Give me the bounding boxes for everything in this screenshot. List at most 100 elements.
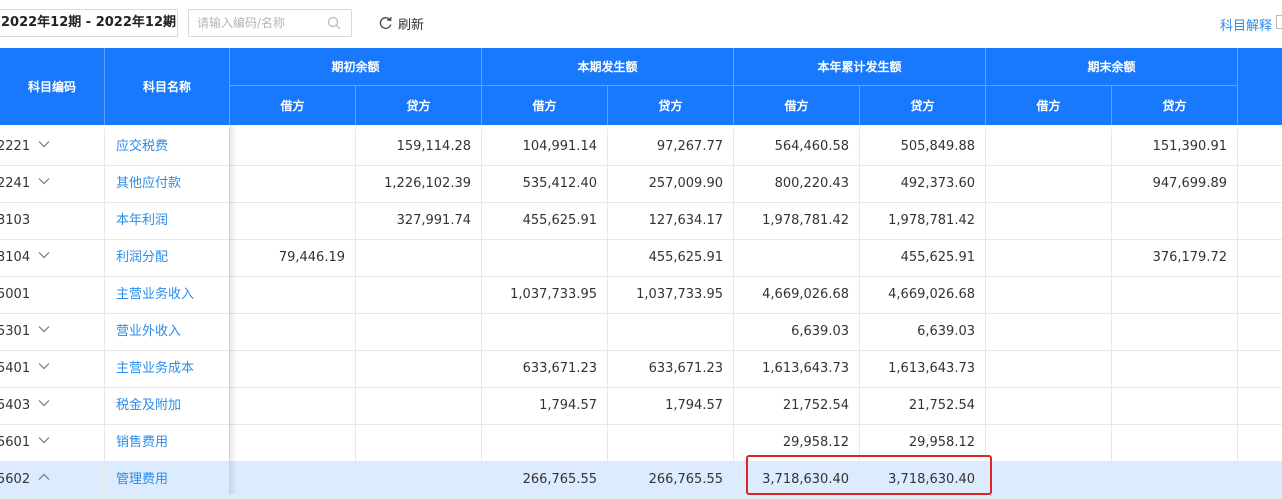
header-debit: 借方 bbox=[734, 86, 860, 125]
table-row[interactable]: 5401 主营业务成本 633,671.23 633,671.23 1,613,643.… bbox=[0, 351, 1282, 388]
chevron-down-icon[interactable] bbox=[38, 423, 50, 459]
amount-cell: 376,179.72 bbox=[1112, 240, 1238, 276]
explain-link[interactable]: 科目解释 bbox=[1220, 15, 1272, 34]
amount-cell: 266,765.55 bbox=[608, 462, 734, 498]
amount-cell bbox=[356, 425, 482, 461]
header-group-ytd: 本年累计发生额 bbox=[734, 48, 986, 86]
amount-cell: 800,220.43 bbox=[734, 166, 860, 202]
table-row[interactable]: 3104 利润分配 79,446.19 455,625.91 455,625.91 376… bbox=[0, 240, 1282, 277]
amount-cell bbox=[356, 462, 482, 498]
chevron-down-icon[interactable] bbox=[38, 349, 50, 385]
account-name-link[interactable]: 本年利润 bbox=[105, 203, 230, 239]
amount-cell: 633,671.23 bbox=[608, 351, 734, 387]
extra-cell bbox=[1238, 425, 1282, 461]
chevron-down-icon[interactable] bbox=[38, 164, 50, 200]
account-name-link[interactable]: 管理费用 bbox=[105, 462, 230, 498]
amount-cell: 1,794.57 bbox=[482, 388, 608, 424]
amount-cell: 455,625.91 bbox=[608, 240, 734, 276]
account-name-link[interactable]: 其他应付款 bbox=[105, 166, 230, 202]
extra-cell bbox=[1238, 129, 1282, 165]
amount-cell: 633,671.23 bbox=[482, 351, 608, 387]
account-code: 5301 bbox=[0, 324, 31, 339]
extra-cell bbox=[1238, 203, 1282, 239]
amount-cell: 455,625.91 bbox=[860, 240, 986, 276]
amount-cell: 104,991.14 bbox=[482, 129, 608, 165]
account-code-cell: 2241 bbox=[0, 166, 105, 202]
search-input[interactable] bbox=[189, 10, 322, 36]
account-code-cell: 5601 bbox=[0, 425, 105, 461]
amount-cell bbox=[230, 388, 356, 424]
account-name-link[interactable]: 利润分配 bbox=[105, 240, 230, 276]
amount-cell bbox=[986, 388, 1112, 424]
extra-cell bbox=[1238, 351, 1282, 387]
account-code: 2241 bbox=[0, 176, 31, 191]
amount-cell bbox=[230, 277, 356, 313]
amount-cell bbox=[1112, 388, 1238, 424]
amount-cell: 455,625.91 bbox=[482, 203, 608, 239]
account-code: 5602 bbox=[0, 472, 31, 487]
account-code: 5601 bbox=[0, 435, 31, 450]
amount-cell: 564,460.58 bbox=[734, 129, 860, 165]
amount-cell bbox=[1112, 351, 1238, 387]
amount-cell bbox=[608, 425, 734, 461]
amount-cell: 1,613,643.73 bbox=[860, 351, 986, 387]
header-code: 科目编码 bbox=[0, 48, 105, 125]
amount-cell bbox=[986, 203, 1112, 239]
amount-cell bbox=[1112, 277, 1238, 313]
amount-cell: 257,009.90 bbox=[608, 166, 734, 202]
amount-cell bbox=[230, 425, 356, 461]
account-name-link[interactable]: 主营业务收入 bbox=[105, 277, 230, 313]
header-group-opening: 期初余额 bbox=[230, 48, 482, 86]
account-name-link[interactable]: 销售费用 bbox=[105, 425, 230, 461]
amount-cell bbox=[482, 425, 608, 461]
extra-cell bbox=[1238, 240, 1282, 276]
table-row[interactable]: 5301 营业外收入 6,639.03 6,639.03 bbox=[0, 314, 1282, 351]
table-row[interactable]: 5601 销售费用 29,958.12 29,958.12 bbox=[0, 425, 1282, 462]
amount-cell bbox=[608, 314, 734, 350]
amount-cell: 1,613,643.73 bbox=[734, 351, 860, 387]
amount-cell bbox=[356, 314, 482, 350]
search-icon[interactable] bbox=[327, 16, 341, 30]
header-group-closing: 期末余额 bbox=[986, 48, 1238, 86]
chevron-down-icon[interactable] bbox=[38, 238, 50, 274]
refresh-button[interactable]: 刷新 bbox=[378, 13, 424, 33]
highlight-box bbox=[746, 455, 992, 495]
amount-cell bbox=[986, 314, 1112, 350]
table-row[interactable]: 5602 管理费用 266,765.55 266,765.55 3,718,630.40… bbox=[0, 462, 1282, 499]
account-code-cell: 5301 bbox=[0, 314, 105, 350]
amount-cell bbox=[986, 240, 1112, 276]
amount-cell bbox=[230, 203, 356, 239]
account-code-cell: 5602 bbox=[0, 462, 105, 498]
account-name-link[interactable]: 应交税费 bbox=[105, 129, 230, 165]
account-code-cell: 5401 bbox=[0, 351, 105, 387]
account-name-link[interactable]: 税金及附加 bbox=[105, 388, 230, 424]
period-value: 2022年12期 - 2022年12期 bbox=[1, 15, 176, 30]
account-name-link[interactable]: 主营业务成本 bbox=[105, 351, 230, 387]
header-credit: 贷方 bbox=[860, 86, 986, 125]
table-row[interactable]: 5001 主营业务收入 1,037,733.95 1,037,733.95 4,669,… bbox=[0, 277, 1282, 314]
table-row[interactable]: 3103 本年利润 327,991.74 455,625.91 127,634.17 1,… bbox=[0, 203, 1282, 240]
amount-cell bbox=[482, 314, 608, 350]
search-box[interactable] bbox=[188, 9, 352, 37]
table-row[interactable]: 2241 其他应付款 1,226,102.39 535,412.40 257,009.9… bbox=[0, 166, 1282, 203]
period-select[interactable]: 2022年12期 - 2022年12期 bbox=[0, 9, 178, 37]
amount-cell: 1,794.57 bbox=[608, 388, 734, 424]
header-credit: 贷方 bbox=[608, 86, 734, 125]
chevron-down-icon[interactable] bbox=[38, 127, 50, 163]
amount-cell: 21,752.54 bbox=[734, 388, 860, 424]
chevron-down-icon[interactable] bbox=[38, 312, 50, 348]
account-name-link[interactable]: 营业外收入 bbox=[105, 314, 230, 350]
header-credit: 贷方 bbox=[1112, 86, 1238, 125]
amount-cell: 1,037,733.95 bbox=[482, 277, 608, 313]
caret-down-icon bbox=[163, 21, 171, 26]
extra-cell bbox=[1238, 277, 1282, 313]
explain-toggle[interactable] bbox=[1276, 15, 1282, 29]
amount-cell bbox=[356, 277, 482, 313]
extra-cell bbox=[1238, 388, 1282, 424]
account-code-cell: 3103 bbox=[0, 203, 105, 239]
chevron-down-icon[interactable] bbox=[38, 386, 50, 422]
table-row[interactable]: 2221 应交税费 159,114.28 104,991.14 97,267.77 564… bbox=[0, 129, 1282, 166]
table-row[interactable]: 5403 税金及附加 1,794.57 1,794.57 21,752.54 21,752… bbox=[0, 388, 1282, 425]
amount-cell bbox=[1112, 203, 1238, 239]
chevron-up-icon[interactable] bbox=[38, 460, 50, 496]
